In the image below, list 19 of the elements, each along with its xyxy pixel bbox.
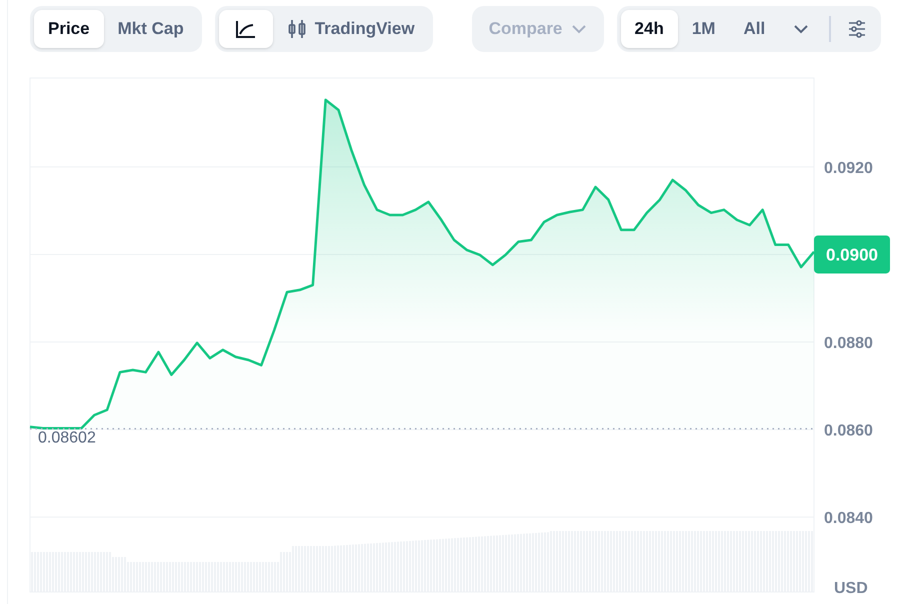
line-chart-icon: [234, 19, 257, 39]
metric-tab[interactable]: Price: [34, 10, 104, 48]
axis-tick-label: 0.0880: [824, 335, 873, 352]
candlestick-icon: [286, 19, 307, 39]
range-tab[interactable]: 24h: [620, 10, 678, 48]
axis-tick-label: 0.0860: [824, 422, 873, 440]
settings-icon: [847, 19, 868, 39]
range-tab[interactable]: 1M: [678, 10, 730, 48]
current-price-label: 0.0900: [826, 245, 878, 264]
axis-tick-label: 0.0920: [824, 160, 873, 177]
chevron-down-icon: [794, 24, 808, 34]
baseline-label: 0.08602: [38, 430, 96, 447]
chevron-down-icon: [572, 24, 586, 34]
metric-tab[interactable]: Mkt Cap: [104, 10, 198, 48]
currency-label: USD: [834, 580, 868, 597]
range-tab[interactable]: All: [729, 10, 780, 48]
line-chart-tab[interactable]: [218, 10, 273, 48]
axis-tick-label: 0.0840: [824, 510, 873, 528]
tradingview-tab[interactable]: TradingView: [272, 10, 429, 48]
